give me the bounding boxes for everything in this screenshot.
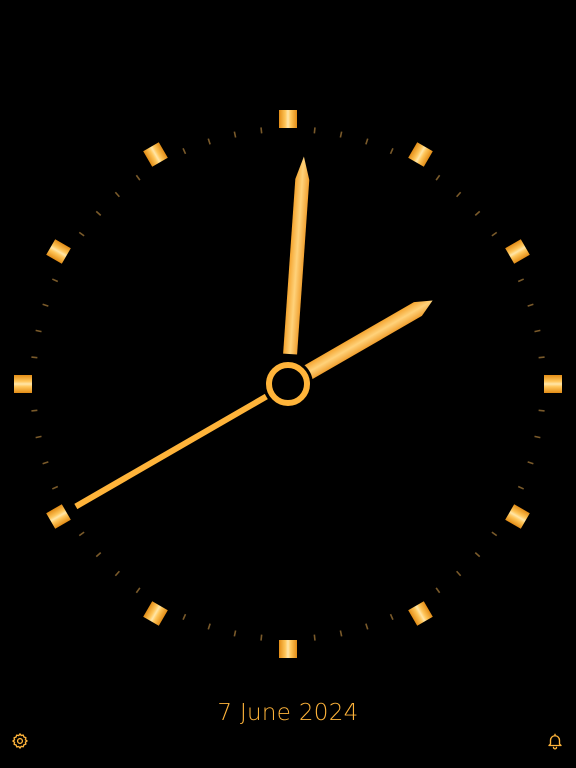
hour-marker: [46, 504, 71, 529]
minute-tick: [78, 231, 85, 237]
minute-tick: [389, 613, 394, 621]
hour-marker: [544, 375, 562, 393]
minute-tick: [517, 485, 525, 490]
minute-tick: [114, 570, 120, 577]
minute-tick: [233, 630, 237, 637]
minute-tick: [534, 435, 541, 439]
clock-face: [14, 110, 562, 658]
minute-tick: [313, 127, 316, 134]
minute-tick: [534, 329, 541, 333]
minute-tick: [474, 210, 481, 216]
date-label: 7 June 2024: [217, 700, 359, 726]
minute-tick: [135, 174, 141, 181]
minute-tick: [260, 634, 263, 641]
minute-tick: [491, 531, 498, 537]
hour-marker: [408, 601, 433, 626]
clock-hands: [74, 156, 433, 510]
minute-tick: [182, 613, 187, 621]
minute-tick: [207, 623, 211, 630]
settings-button[interactable]: [7, 728, 33, 754]
minute-tick: [35, 329, 42, 333]
minute-tick: [51, 278, 59, 283]
minute-tick: [339, 131, 343, 138]
minute-tick: [435, 587, 441, 594]
minute-tick: [474, 552, 481, 558]
minute-tick: [456, 191, 462, 198]
gear-icon: [11, 732, 29, 750]
hour-marker: [408, 142, 433, 167]
minute-tick: [389, 147, 394, 155]
second-hand: [74, 393, 268, 510]
minute-tick: [95, 210, 102, 216]
minute-tick: [182, 147, 187, 155]
hour-marker: [143, 142, 168, 167]
minute-tick: [114, 191, 120, 198]
minute-tick: [365, 138, 369, 145]
minute-tick: [42, 461, 49, 465]
minute-tick: [135, 587, 141, 594]
minute-tick: [95, 552, 102, 558]
minute-tick: [491, 231, 498, 237]
hour-marker: [46, 239, 71, 264]
minute-tick: [538, 409, 545, 412]
minute-hand: [283, 156, 310, 355]
minute-tick: [207, 138, 211, 145]
minute-tick: [31, 409, 38, 412]
bell-icon: [546, 732, 564, 750]
minute-tick: [517, 278, 525, 283]
minute-tick: [527, 461, 534, 465]
alarm-button[interactable]: [542, 728, 568, 754]
hour-marker: [279, 110, 297, 128]
minute-tick: [233, 131, 237, 138]
hour-marker: [14, 375, 32, 393]
hour-marker: [505, 504, 530, 529]
minute-tick: [527, 303, 534, 307]
minute-tick: [435, 174, 441, 181]
minute-tick: [538, 356, 545, 359]
minute-tick: [78, 531, 85, 537]
minute-tick: [51, 485, 59, 490]
minute-tick: [365, 623, 369, 630]
minute-tick: [456, 570, 462, 577]
minute-tick: [339, 630, 343, 637]
hour-marker: [143, 601, 168, 626]
minute-tick: [31, 356, 38, 359]
minute-tick: [42, 303, 49, 307]
minute-tick: [313, 634, 316, 641]
hour-marker: [279, 640, 297, 658]
minute-tick: [260, 127, 263, 134]
hour-hand: [303, 300, 433, 380]
minute-tick: [35, 435, 42, 439]
hour-marker: [505, 239, 530, 264]
